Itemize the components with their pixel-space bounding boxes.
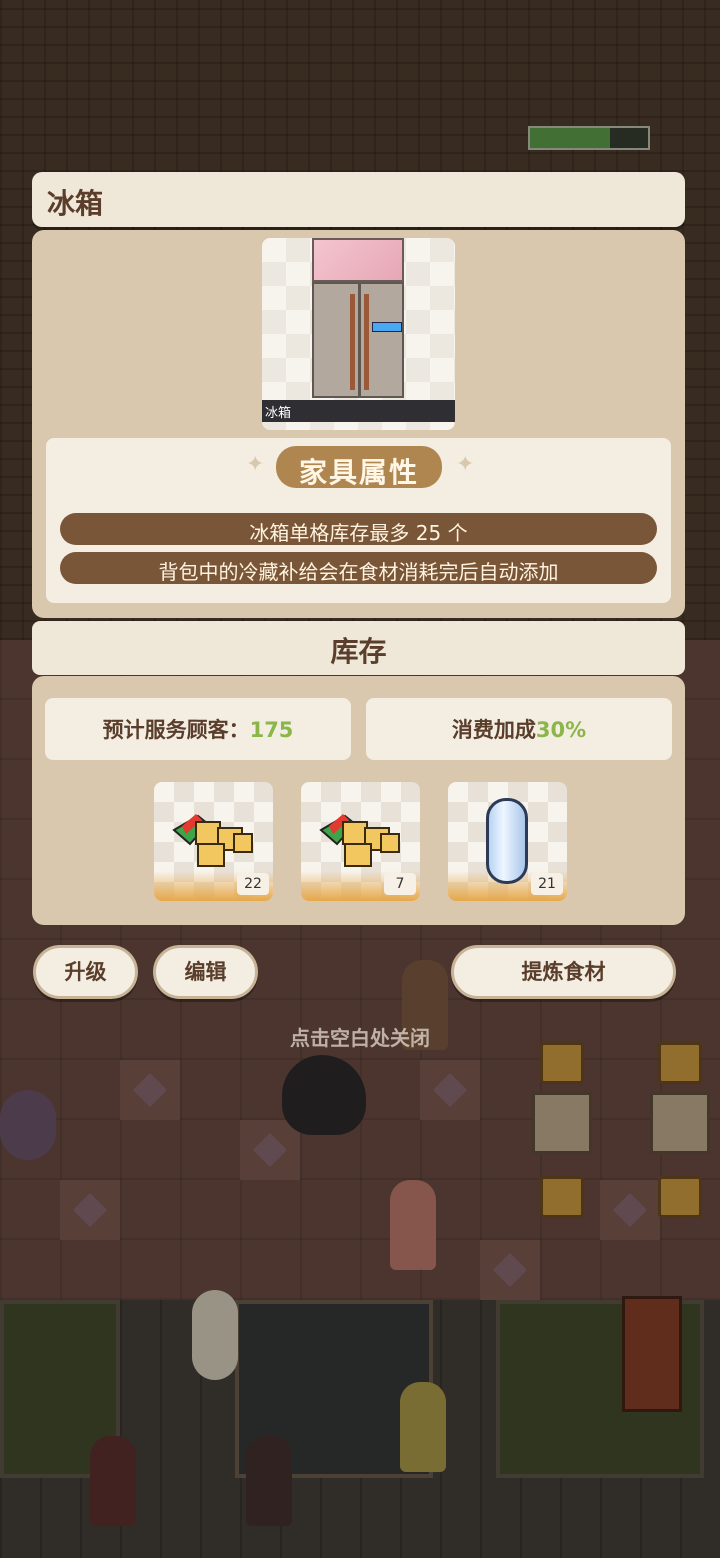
served-customers-stat: 预计服务顾客：175 bbox=[45, 714, 351, 744]
served-customers-box: 预计服务顾客：175 bbox=[45, 698, 351, 760]
cheese-food-icon bbox=[319, 814, 400, 867]
attribute-text: 冰箱单格库存最多 25 个 bbox=[249, 521, 468, 545]
dialog-title: 冰箱 bbox=[47, 187, 104, 220]
dialog-title-bar: 冰箱 bbox=[32, 172, 685, 227]
sparkle-icon: ✦ bbox=[456, 452, 475, 477]
furniture-info-panel: 冰箱 ✦ 家具属性 ✦ 冰箱单格库存最多 25 个 背包中的冷藏补给会在食材消耗… bbox=[32, 230, 685, 618]
cheese-food-icon bbox=[172, 814, 253, 867]
attribute-text: 背包中的冷藏补给会在食材消耗完后自动添加 bbox=[158, 560, 559, 584]
close-hint[interactable]: 点击空白处关闭 bbox=[0, 1022, 720, 1051]
inventory-count: 7 bbox=[384, 873, 416, 895]
attributes-box: ✦ 家具属性 ✦ 冰箱单格库存最多 25 个 背包中的冷藏补给会在食材消耗完后自… bbox=[46, 438, 671, 603]
sparkle-icon: ✦ bbox=[246, 452, 265, 477]
consumption-bonus-stat: 消费加成30% bbox=[366, 714, 672, 744]
inventory-count: 21 bbox=[531, 873, 563, 895]
served-customers-label: 预计服务顾客： bbox=[102, 718, 250, 742]
upgrade-button[interactable]: 升级 bbox=[33, 945, 138, 999]
furniture-preview-card: 冰箱 bbox=[262, 238, 455, 430]
attribute-row: 背包中的冷藏补给会在食材消耗完后自动添加 bbox=[60, 552, 657, 584]
card-label-bar: 冰箱 bbox=[262, 400, 455, 422]
refine-ingredients-button[interactable]: 提炼食材 bbox=[451, 945, 676, 999]
card-label: 冰箱 bbox=[265, 406, 292, 421]
consumption-bonus-label: 消费加成 bbox=[451, 718, 536, 742]
served-customers-value: 175 bbox=[249, 718, 294, 742]
inventory-slot[interactable]: 22 bbox=[154, 782, 273, 901]
ice-crystal-icon bbox=[486, 798, 528, 884]
attribute-row: 冰箱单格库存最多 25 个 bbox=[60, 513, 657, 545]
consumption-bonus-value: 30% bbox=[535, 718, 587, 742]
consumption-bonus-box: 消费加成30% bbox=[366, 698, 672, 760]
inventory-count: 22 bbox=[237, 873, 269, 895]
stock-title-bar: 库存 bbox=[32, 621, 685, 675]
attributes-header: 家具属性 bbox=[276, 446, 442, 489]
fridge-icon bbox=[312, 238, 404, 398]
inventory-slot[interactable]: 21 bbox=[448, 782, 567, 901]
edit-button[interactable]: 编辑 bbox=[153, 945, 258, 999]
inventory-slot[interactable]: 7 bbox=[301, 782, 420, 901]
attributes-header-label: 家具属性 bbox=[298, 456, 419, 489]
stock-panel: 预计服务顾客：175 消费加成30% 22 7 21 bbox=[32, 676, 685, 925]
stock-title: 库存 bbox=[330, 635, 387, 668]
